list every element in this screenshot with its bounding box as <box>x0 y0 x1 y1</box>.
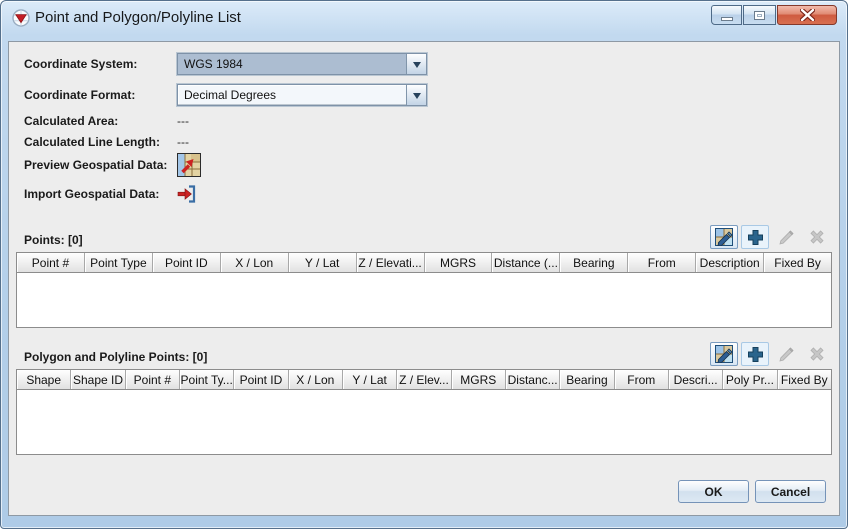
column-header[interactable]: Y / Lat <box>343 370 397 389</box>
coordinate-format-label: Coordinate Format: <box>24 88 177 102</box>
column-header[interactable]: Point # <box>126 370 180 389</box>
column-header[interactable]: Point ID <box>153 253 221 272</box>
coordinate-format-value: Decimal Degrees <box>178 85 406 105</box>
column-header[interactable]: Distanc... <box>506 370 560 389</box>
polygon-section-header: Polygon and Polyline Points: [0] <box>24 342 831 366</box>
preview-geospatial-row: Preview Geospatial Data: <box>24 153 839 177</box>
minimize-button[interactable] <box>711 5 742 25</box>
column-header[interactable]: Point # <box>17 253 85 272</box>
calculated-area-row: Calculated Area: --- <box>24 114 839 128</box>
polygon-table-body[interactable] <box>17 390 831 454</box>
coordinate-system-row: Coordinate System: WGS 1984 <box>24 53 839 75</box>
column-header[interactable]: Point Ty... <box>180 370 234 389</box>
dialog-window: Point and Polygon/Polyline List Coordina… <box>0 0 848 529</box>
calculated-area-label: Calculated Area: <box>24 114 177 128</box>
column-header[interactable]: Shape ID <box>71 370 125 389</box>
coordinate-format-combobox[interactable]: Decimal Degrees <box>177 84 427 106</box>
polygon-toolbar <box>710 342 831 366</box>
column-header[interactable]: Z / Elevati... <box>357 253 425 272</box>
column-header[interactable]: Description <box>696 253 764 272</box>
map-edit-icon <box>715 345 733 363</box>
calculated-line-length-row: Calculated Line Length: --- <box>24 135 839 149</box>
chevron-down-icon[interactable] <box>406 85 426 105</box>
add-plus-icon <box>747 229 764 246</box>
column-header[interactable]: Descri... <box>669 370 723 389</box>
globe-red-arrow-icon <box>12 9 30 27</box>
column-header[interactable]: MGRS <box>425 253 493 272</box>
minimize-icon <box>721 17 733 21</box>
preview-geospatial-button[interactable] <box>177 153 201 177</box>
window-controls <box>711 5 837 25</box>
maximize-button[interactable] <box>743 5 776 25</box>
maximize-icon <box>754 11 765 20</box>
column-header[interactable]: X / Lon <box>289 370 343 389</box>
coordinate-system-combobox[interactable]: WGS 1984 <box>177 53 427 75</box>
column-header[interactable]: Poly Pr... <box>723 370 777 389</box>
ok-button[interactable]: OK <box>678 480 749 503</box>
calculated-area-value: --- <box>177 114 189 128</box>
chevron-down-icon[interactable] <box>406 54 426 74</box>
points-add-button[interactable] <box>741 225 769 249</box>
column-header[interactable]: Fixed By <box>778 370 831 389</box>
points-table-body[interactable] <box>17 273 831 327</box>
add-plus-icon <box>747 346 764 363</box>
column-header[interactable]: Distance (... <box>492 253 560 272</box>
dialog-content: Coordinate System: WGS 1984 Coordinate F… <box>8 41 840 516</box>
close-button[interactable] <box>777 5 837 25</box>
polygon-delete-button-disabled[interactable] <box>803 342 831 366</box>
column-header[interactable]: Bearing <box>560 253 628 272</box>
polygon-add-button[interactable] <box>741 342 769 366</box>
column-header[interactable]: Bearing <box>560 370 614 389</box>
points-map-edit-button[interactable] <box>710 225 738 249</box>
points-table-header: Point # Point Type Point ID X / Lon Y / … <box>17 253 831 273</box>
column-header[interactable]: X / Lon <box>221 253 289 272</box>
coordinate-system-value: WGS 1984 <box>178 54 406 74</box>
edit-pencil-icon <box>778 229 795 246</box>
delete-x-icon <box>809 229 825 245</box>
delete-x-icon <box>809 346 825 362</box>
close-icon <box>800 9 815 21</box>
points-edit-button-disabled[interactable] <box>772 225 800 249</box>
coordinate-system-label: Coordinate System: <box>24 57 177 71</box>
map-preview-icon <box>178 154 200 176</box>
footer: OK Cancel <box>9 480 826 503</box>
points-section-header: Points: [0] <box>24 225 831 249</box>
column-header[interactable]: Shape <box>17 370 71 389</box>
calculated-line-length-value: --- <box>177 135 189 149</box>
column-header[interactable]: MGRS <box>452 370 506 389</box>
window-title: Point and Polygon/Polyline List <box>35 9 241 26</box>
polygon-map-edit-button[interactable] <box>710 342 738 366</box>
points-section-title: Points: [0] <box>24 233 83 249</box>
calculated-line-length-label: Calculated Line Length: <box>24 135 177 149</box>
points-table: Point # Point Type Point ID X / Lon Y / … <box>16 252 832 328</box>
points-toolbar <box>710 225 831 249</box>
polygon-table-header: Shape Shape ID Point # Point Ty... Point… <box>17 370 831 390</box>
map-edit-icon <box>715 228 733 246</box>
polygon-section-title: Polygon and Polyline Points: [0] <box>24 350 207 366</box>
column-header[interactable]: From <box>615 370 669 389</box>
coordinate-format-row: Coordinate Format: Decimal Degrees <box>24 84 839 106</box>
import-geospatial-label: Import Geospatial Data: <box>24 187 177 201</box>
polygon-edit-button-disabled[interactable] <box>772 342 800 366</box>
import-geospatial-row: Import Geospatial Data: <box>24 184 839 204</box>
column-header[interactable]: Z / Elev... <box>397 370 451 389</box>
titlebar[interactable]: Point and Polygon/Polyline List <box>1 1 847 41</box>
polygon-table: Shape Shape ID Point # Point Ty... Point… <box>16 369 832 455</box>
column-header[interactable]: Point ID <box>234 370 288 389</box>
column-header[interactable]: Point Type <box>85 253 153 272</box>
column-header[interactable]: Fixed By <box>764 253 831 272</box>
cancel-button[interactable]: Cancel <box>755 480 826 503</box>
import-geospatial-button[interactable] <box>177 184 199 204</box>
points-delete-button-disabled[interactable] <box>803 225 831 249</box>
import-arrow-icon <box>177 184 197 204</box>
preview-geospatial-label: Preview Geospatial Data: <box>24 158 177 172</box>
edit-pencil-icon <box>778 346 795 363</box>
column-header[interactable]: Y / Lat <box>289 253 357 272</box>
column-header[interactable]: From <box>628 253 696 272</box>
